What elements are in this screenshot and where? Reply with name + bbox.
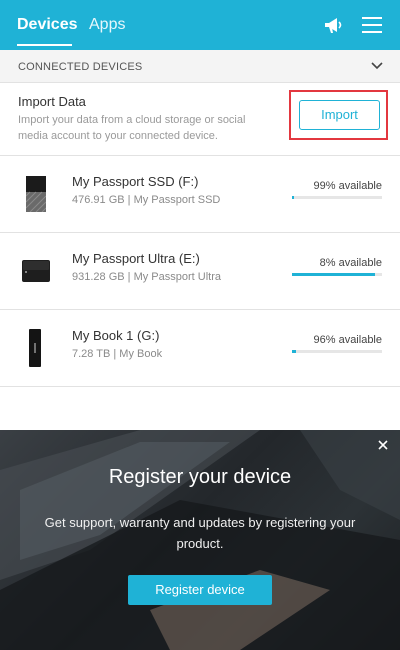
device-available: 99% available — [313, 180, 383, 192]
device-row[interactable]: My Passport SSD (F:) 476.91 GB | My Pass… — [0, 156, 400, 233]
chevron-down-icon[interactable] — [370, 60, 384, 72]
import-data-title: Import Data — [18, 94, 86, 109]
megaphone-icon[interactable] — [322, 13, 346, 37]
device-available: 96% available — [313, 334, 383, 346]
capacity-bar-fill — [292, 350, 296, 353]
import-data-row: Import Data Import your data from a clou… — [0, 83, 400, 156]
import-button[interactable]: Import — [299, 100, 380, 130]
capacity-bar-fill — [292, 196, 294, 199]
device-available: 8% available — [319, 257, 382, 269]
register-banner: Register your device Get support, warran… — [0, 430, 400, 650]
banner-title: Register your device — [108, 466, 292, 488]
device-details: 931.28 GB | My Passport Ultra — [72, 271, 221, 283]
device-row[interactable]: My Passport Ultra (E:) 931.28 GB | My Pa… — [0, 233, 400, 310]
device-name: My Book 1 (G:) — [72, 328, 160, 343]
connected-devices-header[interactable]: CONNECTED DEVICES — [0, 50, 400, 83]
desktop-drive-icon — [29, 329, 41, 367]
menu-icon[interactable] — [362, 16, 382, 34]
active-tab-indicator — [17, 44, 72, 46]
banner-text: Get support, warranty and updates by reg… — [44, 515, 356, 551]
capacity-bar-fill — [292, 273, 375, 276]
app-header: Devices Apps — [0, 0, 400, 50]
device-name: My Passport SSD (F:) — [72, 174, 199, 189]
device-details: 7.28 TB | My Book — [72, 348, 163, 360]
ssd-drive-icon — [26, 176, 46, 212]
portable-drive-icon — [22, 260, 50, 282]
section-title: CONNECTED DEVICES — [18, 61, 143, 73]
capacity-bar — [292, 273, 382, 276]
register-device-button[interactable]: Register device — [128, 575, 272, 605]
device-row[interactable]: My Book 1 (G:) 7.28 TB | My Book 96% ava… — [0, 310, 400, 387]
tab-devices[interactable]: Devices — [17, 16, 78, 34]
device-name: My Passport Ultra (E:) — [72, 251, 200, 266]
close-icon[interactable] — [376, 438, 390, 452]
capacity-bar — [292, 196, 382, 199]
tab-apps[interactable]: Apps — [89, 16, 125, 34]
capacity-bar — [292, 350, 382, 353]
import-data-description: Import your data from a cloud storage or… — [18, 114, 246, 142]
device-details: 476.91 GB | My Passport SSD — [72, 194, 221, 206]
